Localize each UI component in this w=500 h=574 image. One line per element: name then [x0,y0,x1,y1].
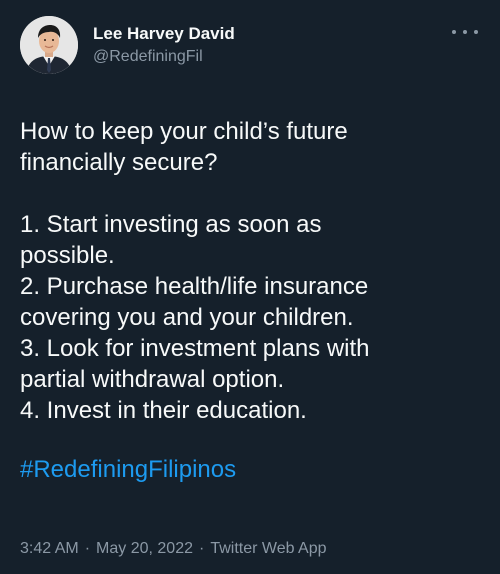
tweet-line: 3. Look for investment plans with [20,335,370,362]
tweet-line: financially secure? [20,149,218,176]
avatar[interactable] [20,16,78,74]
tweet-header: Lee Harvey David @RedefiningFil [20,16,480,80]
meta-separator: · [84,540,91,557]
tweet-time[interactable]: 3:42 AM [20,540,79,557]
author-handle[interactable]: @RedefiningFil [93,46,235,68]
meta-separator: · [198,540,205,557]
tweet-date[interactable]: May 20, 2022 [96,540,193,557]
tweet-line: 1. Start investing as soon as [20,211,322,238]
tweet-metadata: 3:42 AM · May 20, 2022 · Twitter Web App [20,538,327,560]
tweet-line: partial withdrawal option. [20,366,285,393]
author-names: Lee Harvey David @RedefiningFil [93,24,235,68]
author-display-name[interactable]: Lee Harvey David [93,24,235,44]
more-options-icon[interactable] [452,24,478,40]
hashtag-link[interactable]: #RedefiningFilipinos [20,454,236,485]
tweet-text: How to keep your child’s future financia… [20,116,490,426]
tweet-line: How to keep your child’s future [20,118,348,145]
tweet-source[interactable]: Twitter Web App [210,540,326,557]
tweet-line: possible. [20,242,115,269]
tweet-line: 4. Invest in their education. [20,397,307,424]
user-avatar-icon [20,16,78,74]
tweet-line: 2. Purchase health/life insurance [20,273,369,300]
tweet-card: Lee Harvey David @RedefiningFil How to k… [0,0,500,574]
tweet-line: covering you and your children. [20,304,354,331]
